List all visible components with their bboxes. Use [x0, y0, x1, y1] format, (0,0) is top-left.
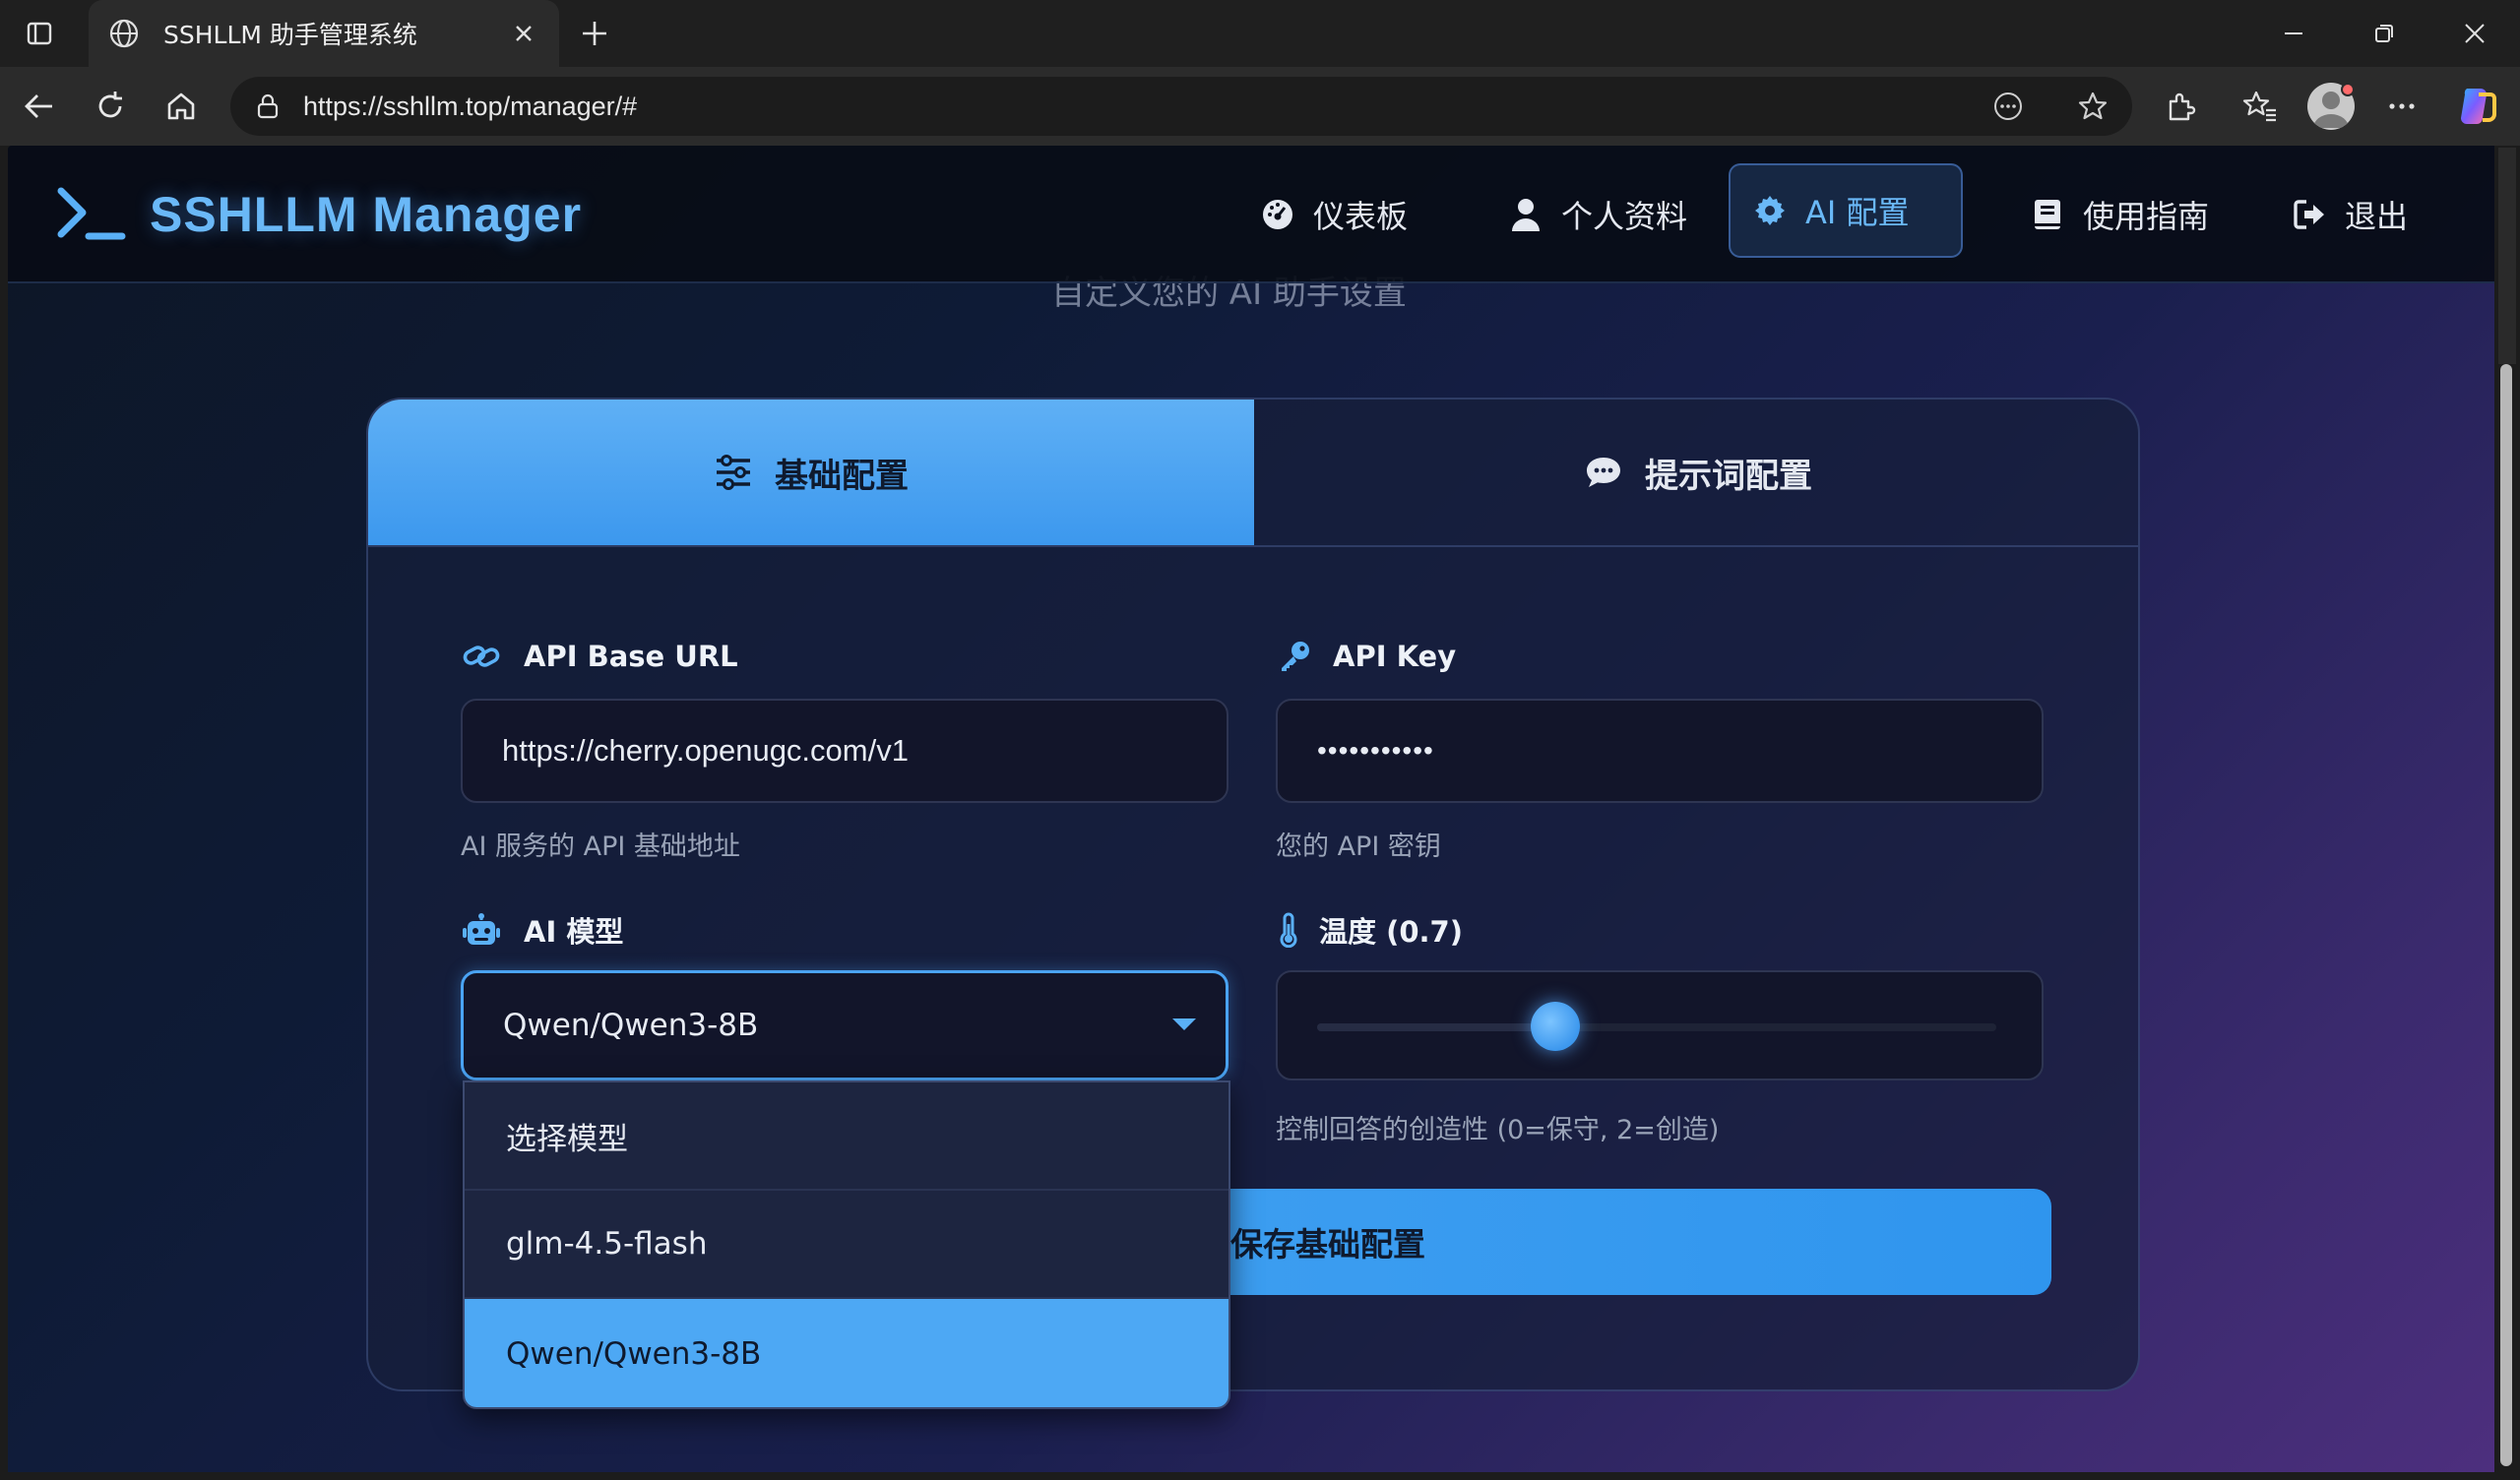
temperature-slider-container: [1276, 970, 2044, 1080]
tab-actions-icon[interactable]: [22, 16, 57, 51]
tab-divider: [368, 545, 2138, 547]
model-option-label: glm-4.5-flash: [506, 1226, 708, 1262]
thermometer-icon: [1276, 911, 1301, 949]
book-icon: [2030, 197, 2065, 232]
extensions-icon[interactable]: [2160, 85, 2203, 128]
ai-model-label-text: AI 模型: [524, 915, 624, 949]
copilot-icon[interactable]: [2453, 83, 2500, 130]
save-basic-config-label: 保存基础配置: [1230, 1225, 1425, 1264]
temperature-slider-track[interactable]: [1317, 1023, 1996, 1031]
browser-tab-bar: SSHLLM 助手管理系统: [0, 0, 2520, 67]
brand[interactable]: SSHLLM Manager: [55, 185, 582, 244]
user-icon: [1508, 197, 1544, 232]
nav-profile[interactable]: 个人资料: [1486, 177, 1709, 252]
api-key-label: API Key: [1276, 638, 1456, 675]
chat-bubble-icon: [1584, 453, 1623, 492]
app-header: SSHLLM Manager 仪表板 个人资料 AI 配置 使用指南 退出: [8, 146, 2494, 283]
nav-dashboard[interactable]: 仪表板: [1238, 177, 1429, 252]
sliders-icon: [714, 453, 753, 492]
reading-view-icon[interactable]: [1992, 91, 2024, 122]
back-arrow-icon[interactable]: [20, 87, 59, 126]
ai-model-dropdown: 选择模型 glm-4.5-flash Qwen/Qwen3-8B: [463, 1080, 1230, 1409]
notification-dot: [2341, 83, 2355, 96]
tab-prompt-config[interactable]: 提示词配置: [1254, 400, 2138, 545]
ai-model-selected-value: Qwen/Qwen3-8B: [503, 1008, 759, 1043]
model-option-label: Qwen/Qwen3-8B: [506, 1336, 762, 1372]
more-menu-icon[interactable]: [2380, 85, 2424, 128]
restore-icon[interactable]: [2364, 14, 2404, 53]
temperature-label-text: 温度 (0.7): [1319, 915, 1463, 949]
key-icon: [1276, 638, 1313, 675]
tab-basic-label: 基础配置: [775, 456, 909, 496]
tab-title: SSHLLM 助手管理系统: [163, 21, 417, 49]
api-base-url-help: AI 服务的 API 基础地址: [461, 832, 740, 862]
globe-icon: [106, 16, 142, 51]
temperature-help: 控制回答的创造性 (0=保守, 2=创造): [1276, 1115, 1720, 1145]
favorites-icon[interactable]: [2238, 85, 2282, 128]
nav-ai-config-label: AI 配置: [1805, 194, 1910, 231]
nav-logout[interactable]: 退出: [2270, 177, 2429, 252]
new-tab-icon[interactable]: [575, 14, 614, 53]
link-icon: [463, 638, 500, 675]
model-option[interactable]: 选择模型: [465, 1082, 1228, 1191]
logout-icon: [2292, 197, 2327, 232]
lock-icon[interactable]: [252, 91, 284, 122]
ai-model-label: AI 模型: [463, 909, 623, 951]
nav-dashboard-label: 仪表板: [1313, 198, 1409, 235]
brand-name: SSHLLM Manager: [150, 187, 583, 242]
model-option-label: 选择模型: [506, 1121, 628, 1157]
nav-profile-label: 个人资料: [1561, 198, 1688, 235]
nav-guide-label: 使用指南: [2083, 198, 2210, 235]
chevron-down-icon: [1172, 1018, 1196, 1030]
api-base-url-label: API Base URL: [463, 638, 738, 675]
nav-logout-label: 退出: [2345, 198, 2409, 235]
temperature-slider-fill: [1317, 1023, 1555, 1031]
scrollbar-top: [2498, 148, 2516, 364]
gear-icon: [1752, 193, 1788, 228]
api-base-url-input[interactable]: https://cherry.openugc.com/v1: [461, 699, 1228, 803]
window-close-icon[interactable]: [2455, 14, 2494, 53]
tab-prompt-label: 提示词配置: [1645, 456, 1812, 496]
address-toolbar: https://sshllm.top/manager/#: [0, 67, 2520, 146]
api-key-input[interactable]: •••••••••••: [1276, 699, 2044, 803]
home-icon[interactable]: [161, 87, 201, 126]
temperature-slider-thumb[interactable]: [1530, 1002, 1580, 1051]
model-option-selected[interactable]: Qwen/Qwen3-8B: [465, 1299, 1228, 1407]
url-text[interactable]: https://sshllm.top/manager/#: [303, 92, 637, 122]
address-bar[interactable]: https://sshllm.top/manager/#: [230, 77, 2132, 136]
ai-model-select[interactable]: Qwen/Qwen3-8B: [461, 970, 1228, 1080]
api-base-url-label-text: API Base URL: [524, 640, 738, 673]
temperature-label: 温度 (0.7): [1276, 909, 1463, 951]
browser-tab[interactable]: SSHLLM 助手管理系统: [89, 0, 559, 67]
favorite-star-icon[interactable]: [2077, 91, 2109, 122]
nav-guide[interactable]: 使用指南: [2008, 177, 2231, 252]
api-key-label-text: API Key: [1333, 640, 1457, 673]
minimize-icon[interactable]: [2274, 14, 2313, 53]
api-key-help: 您的 API 密钥: [1276, 832, 1441, 862]
tab-basic-config[interactable]: 基础配置: [368, 400, 1254, 545]
nav-ai-config[interactable]: AI 配置: [1729, 163, 1963, 258]
page-viewport: 自定义您的 AI 助手设置 SSHLLM Manager 仪表板 个人资料 AI…: [8, 146, 2494, 1472]
scrollbar-thumb[interactable]: [2500, 364, 2512, 1466]
close-icon[interactable]: [506, 16, 541, 51]
refresh-icon[interactable]: [91, 87, 130, 126]
model-option[interactable]: glm-4.5-flash: [465, 1191, 1228, 1299]
robot-icon: [463, 911, 500, 949]
dashboard-icon: [1260, 197, 1295, 232]
terminal-icon: [57, 187, 126, 240]
